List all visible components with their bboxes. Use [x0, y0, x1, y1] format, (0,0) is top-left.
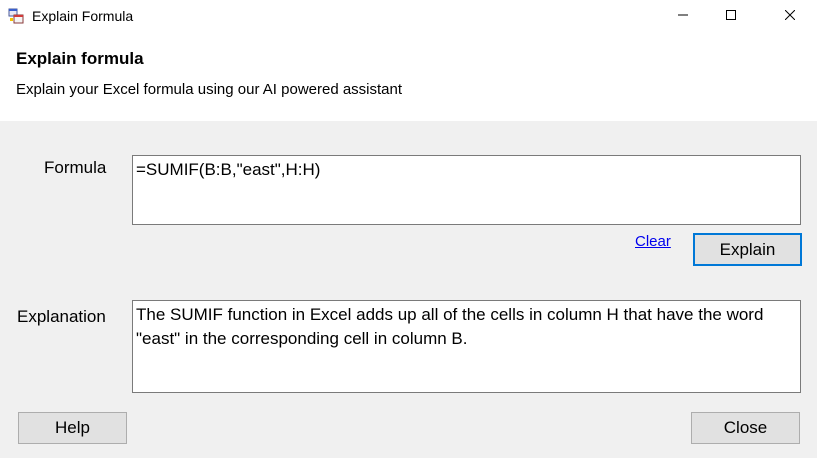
help-button[interactable]: Help [18, 412, 127, 444]
window-title: Explain Formula [32, 8, 134, 24]
close-icon [784, 7, 796, 25]
minimize-button[interactable] [660, 0, 706, 32]
formula-input[interactable]: =SUMIF(B:B,"east",H:H) [132, 155, 801, 225]
form-app-icon [8, 8, 24, 24]
close-button[interactable]: Close [691, 412, 800, 444]
explanation-label: Explanation [17, 307, 106, 326]
page-title: Explain formula [16, 49, 144, 68]
maximize-button[interactable] [708, 0, 754, 32]
maximize-icon [726, 7, 736, 25]
page-subtitle: Explain your Excel formula using our AI … [16, 81, 403, 98]
window-close-button[interactable] [767, 0, 813, 32]
explanation-output[interactable]: The SUMIF function in Excel adds up all … [132, 300, 801, 393]
explain-formula-window: Explain Formula Explain formula Explain … [0, 0, 817, 458]
clear-link[interactable]: Clear [635, 233, 671, 251]
title-bar[interactable]: Explain Formula [0, 0, 817, 32]
minimize-icon [678, 7, 688, 25]
explain-button[interactable]: Explain [693, 233, 802, 266]
formula-label: Formula [44, 158, 107, 177]
header-panel: Explain formula Explain your Excel formu… [0, 32, 817, 121]
